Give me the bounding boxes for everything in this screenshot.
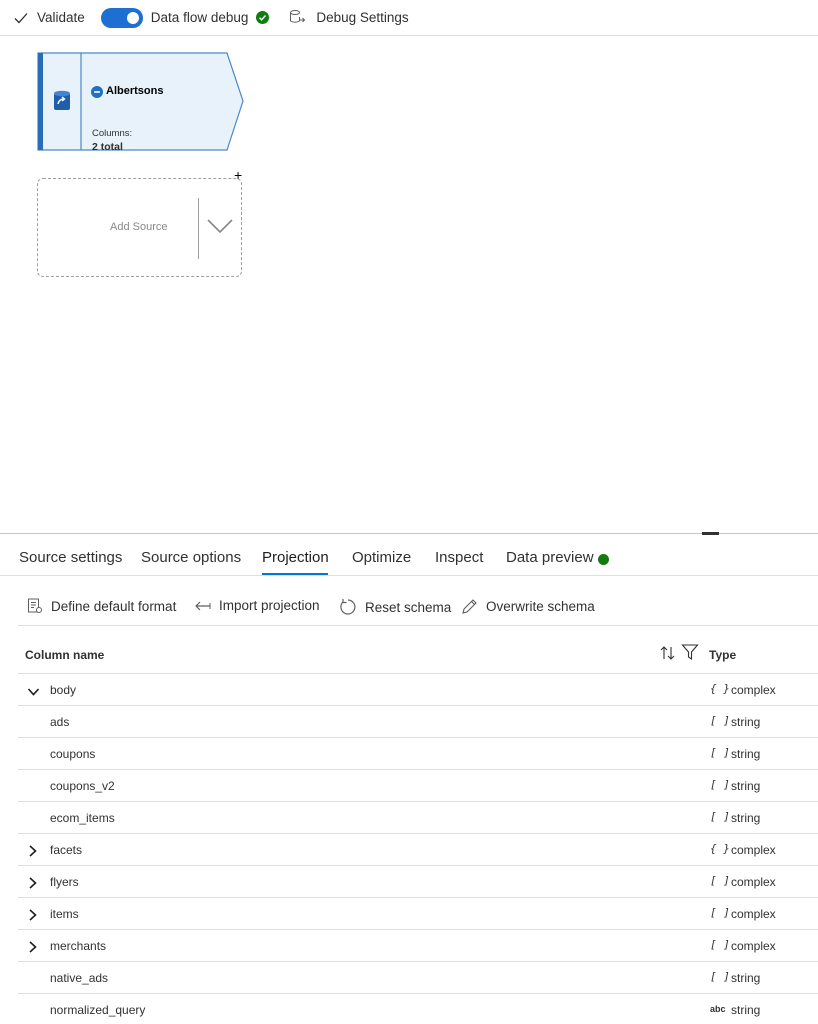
complex-type-icon: { } [710,842,730,855]
define-default-format-label: Define default format [51,598,177,614]
source-node-columns-value: 2 total [92,141,123,153]
validate-label: Validate [37,10,85,25]
reset-schema-label: Reset schema [365,599,452,615]
source-node-columns-label: Columns: [92,128,133,139]
chevron-down-icon[interactable] [27,684,40,702]
column-name: native_ads [50,971,109,985]
table-row[interactable]: facets { } complex [18,834,818,866]
tab-source-settings[interactable]: Source settings [19,549,122,566]
table-header: Column name Type [18,638,818,674]
column-type: complex [731,939,776,953]
add-source-label: Add Source [110,221,168,233]
source-node-title: Albertsons [106,85,164,97]
debug-toggle-switch[interactable] [100,7,143,28]
table-row[interactable]: merchants [ ] complex [18,930,818,962]
debug-settings-label: Debug Settings [316,10,409,25]
column-name: facets [50,843,83,857]
table-row[interactable]: flyers [ ] complex [18,866,818,898]
validate-button[interactable]: Validate [14,10,85,25]
complex-type-icon: { } [710,682,730,695]
array-type-icon: [ ] [710,938,730,951]
tab-optimize[interactable]: Optimize [352,549,411,566]
define-default-format-button[interactable]: Define default format [27,598,176,614]
debug-settings-icon [289,9,306,26]
filter-icon[interactable] [681,643,699,666]
chevron-right-icon[interactable] [27,908,40,926]
array-type-icon: [ ] [710,810,730,823]
projection-actions: Define default format Import projection … [18,590,818,626]
column-type: complex [731,843,776,857]
debug-status-check-icon [256,11,270,24]
column-name: coupons [50,747,96,761]
data-flow-canvas[interactable]: Albertsons Columns: 2 total + Add Source [0,36,818,533]
tab-data-preview[interactable]: Data preview [506,549,594,566]
column-type: string [731,715,761,729]
column-type: string [731,811,761,825]
column-name: flyers [50,875,79,889]
debug-label: Data flow debug [150,10,249,25]
data-preview-status-dot [598,554,609,565]
chevron-right-icon[interactable] [27,876,40,894]
table-row[interactable]: items [ ] complex [18,898,818,930]
import-projection-label: Import projection [219,598,320,613]
column-name: ecom_items [50,811,115,825]
add-source-divider [198,198,199,259]
column-type: string [731,779,761,793]
sort-icon[interactable] [659,644,677,667]
overwrite-schema-button[interactable]: Overwrite schema [461,598,595,615]
tab-source-options[interactable]: Source options [141,549,241,566]
array-type-icon: [ ] [710,970,730,983]
array-type-icon: [ ] [710,874,730,887]
toolbar: Validate Data flow debug Debug Settings [0,0,818,36]
add-source-tile[interactable]: Add Source [37,178,242,277]
chevron-right-icon[interactable] [27,940,40,958]
debug-settings-button[interactable]: Debug Settings [289,9,409,26]
checkmark-icon [14,12,28,24]
column-name: ads [50,715,70,729]
array-type-icon: [ ] [710,714,730,727]
node-status-minus-icon [91,85,103,103]
column-type: complex [731,875,776,889]
column-type: complex [731,907,776,921]
define-format-icon [27,598,43,614]
column-type: complex [731,683,776,697]
table-row[interactable]: native_ads [ ] string [18,962,818,994]
column-name: coupons_v2 [50,779,115,793]
table-row[interactable]: coupons [ ] string [18,738,818,770]
column-name-header[interactable]: Column name [25,648,104,662]
table-row[interactable]: coupons_v2 [ ] string [18,770,818,802]
column-type: string [731,747,761,761]
data-flow-debug-toggle[interactable]: Data flow debug [100,7,270,28]
source-database-icon [53,90,71,117]
tab-inspect[interactable]: Inspect [435,549,483,566]
column-type: string [731,1003,761,1017]
column-name: normalized_query [50,1003,146,1017]
column-type: string [731,971,761,985]
overwrite-schema-label: Overwrite schema [486,599,595,614]
chevron-right-icon[interactable] [27,844,40,862]
array-type-icon: [ ] [710,746,730,759]
arrow-left-icon [194,600,211,612]
type-header: Type [709,648,737,662]
tab-projection[interactable]: Projection [262,549,329,566]
projection-table: Column name Type body { } complex ads [ … [18,638,818,1024]
settings-tabs: Source settings Source options Projectio… [0,534,818,576]
pencil-icon [461,598,478,615]
column-name: merchants [50,939,107,953]
table-row[interactable]: normalized_query abc string [18,994,818,1024]
source-node-albertsons[interactable]: Albertsons Columns: 2 total + [36,52,246,182]
table-row[interactable]: body { } complex [18,674,818,706]
chevron-down-icon[interactable] [206,217,234,240]
table-row[interactable]: ads [ ] string [18,706,818,738]
array-type-icon: [ ] [710,906,730,919]
table-row[interactable]: ecom_items [ ] string [18,802,818,834]
import-projection-button[interactable]: Import projection [194,598,320,613]
refresh-icon [339,598,357,616]
active-tab-underline [262,573,328,575]
column-name: body [50,683,77,697]
array-type-icon: [ ] [710,778,730,791]
reset-schema-button[interactable]: Reset schema [339,598,451,616]
string-type-icon: abc [710,1004,726,1014]
column-name: items [50,907,79,921]
